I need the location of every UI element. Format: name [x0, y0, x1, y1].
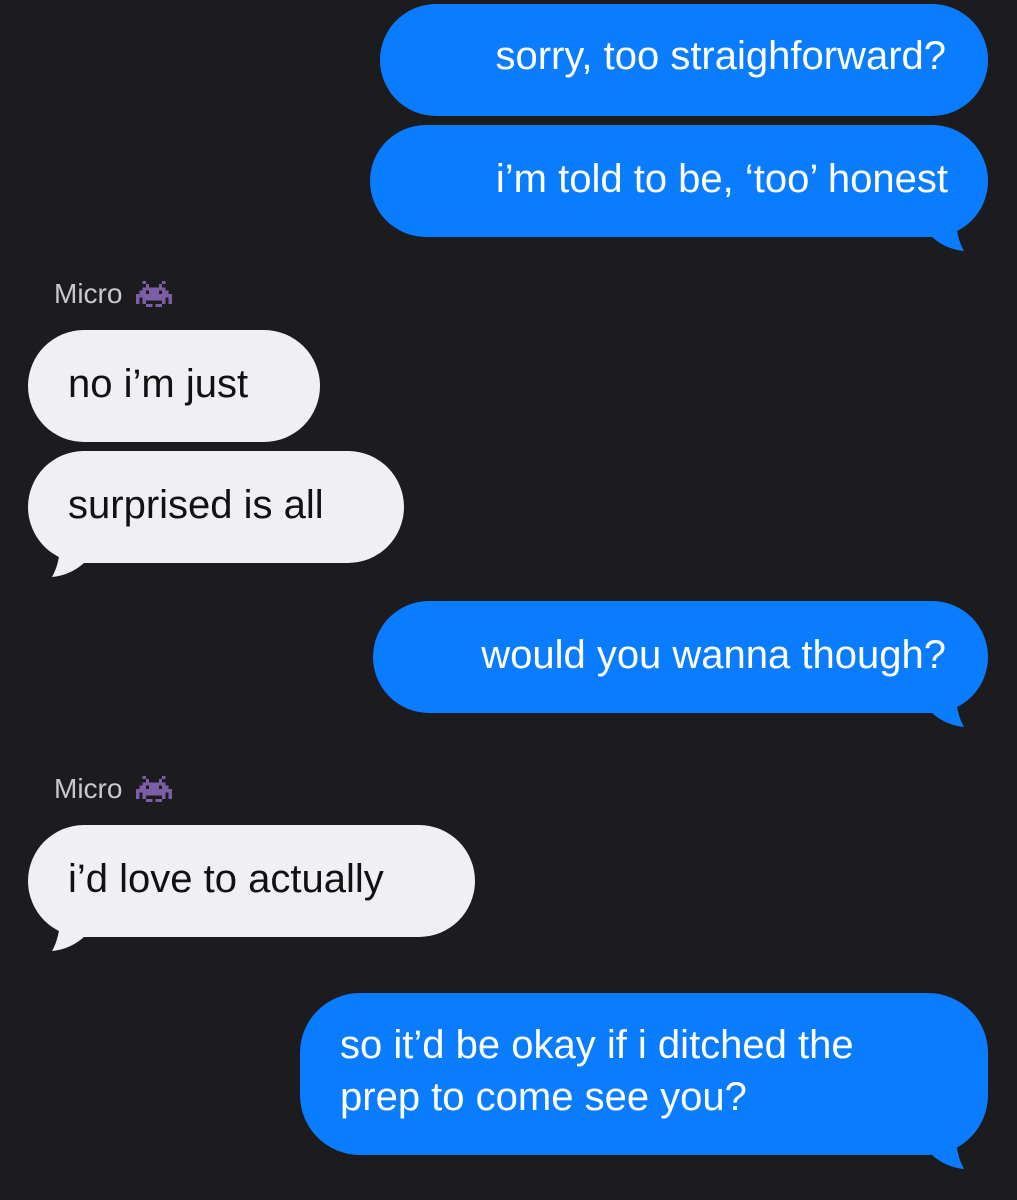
message-bubble-outgoing[interactable]: would you wanna though? — [373, 601, 988, 727]
message-text: i’d love to actually — [68, 857, 384, 901]
bubble-tail-icon — [926, 217, 964, 251]
message-bubble-outgoing[interactable]: sorry, too straighforward? — [380, 4, 988, 116]
space-invader-icon — [136, 775, 173, 803]
bubble-tail-icon — [52, 917, 90, 951]
message-bubble-outgoing[interactable]: i’m told to be, ‘too’ honest — [370, 125, 988, 251]
conversation-view[interactable]: sorry, too straighforward? i’m told to b… — [0, 0, 1017, 1200]
message-bubble-incoming[interactable]: surprised is all — [28, 451, 404, 577]
bubble-tail-icon — [926, 1135, 964, 1169]
message-text: no i’m just — [68, 362, 249, 406]
space-invader-icon — [136, 280, 173, 308]
message-bubble-incoming[interactable]: no i’m just — [28, 330, 320, 442]
message-bubble-outgoing[interactable]: so it’d be okay if i ditched the prep to… — [300, 993, 988, 1169]
message-text: sorry, too straighforward? — [495, 34, 946, 78]
message-text: surprised is all — [68, 483, 324, 527]
message-text-line: prep to come see you? — [340, 1075, 747, 1119]
message-text-line: so it’d be okay if i ditched the — [340, 1023, 854, 1067]
bubble-tail-icon — [926, 693, 964, 727]
message-bubble-incoming[interactable]: i’d love to actually — [28, 825, 475, 951]
message-text: i’m told to be, ‘too’ honest — [495, 157, 948, 201]
bubble-tail-icon — [52, 543, 90, 577]
message-text: would you wanna though? — [481, 633, 946, 677]
sender-label: Micro — [54, 772, 173, 806]
sender-name: Micro — [54, 773, 123, 804]
sender-label: Micro — [54, 277, 173, 311]
sender-name: Micro — [54, 278, 123, 309]
